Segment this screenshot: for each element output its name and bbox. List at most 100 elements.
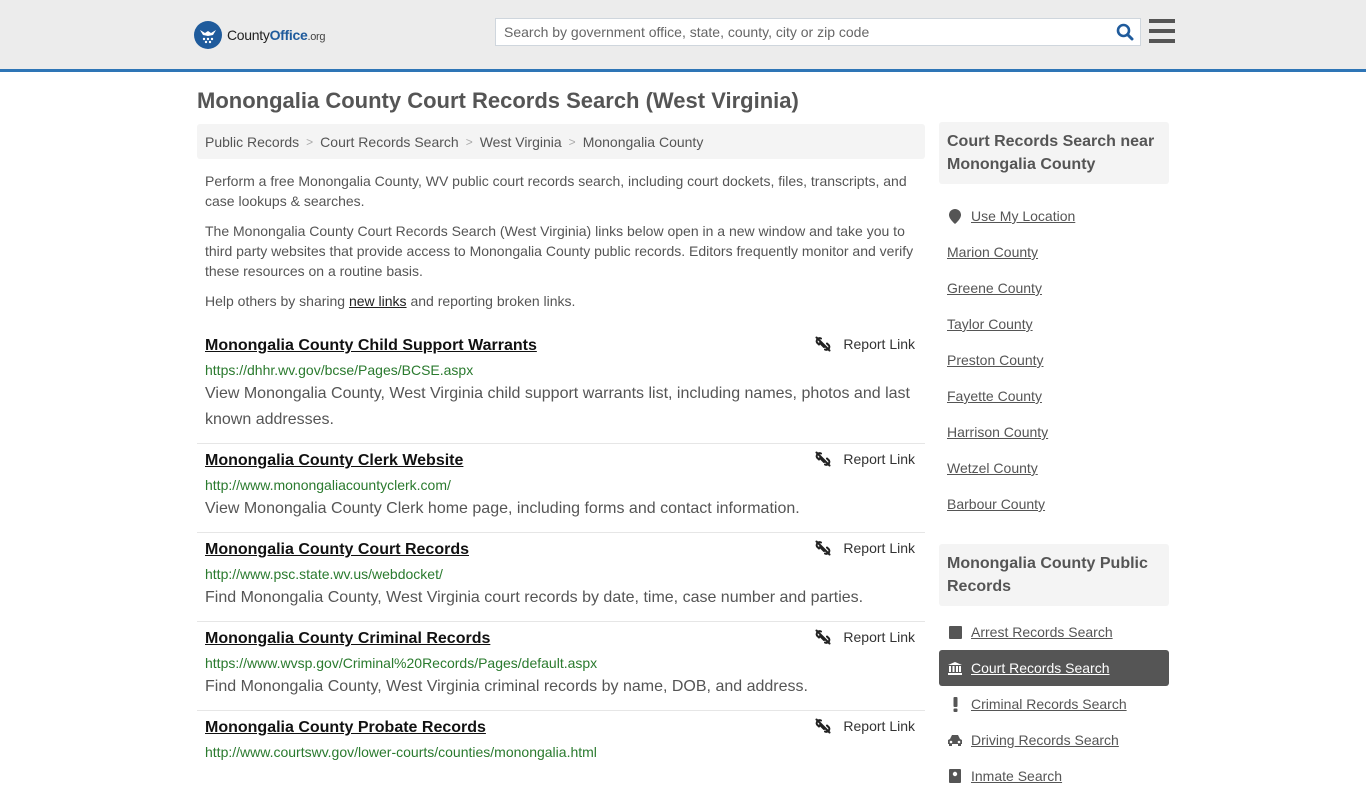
results-list: Monongalia County Child Support Warrants… (197, 329, 925, 772)
report-link-button[interactable]: Report Link (815, 451, 915, 467)
nearby-county-item[interactable]: Preston County (939, 342, 1169, 378)
search-button[interactable] (1110, 19, 1140, 45)
breadcrumb-separator: > (465, 134, 473, 149)
result-description: View Monongalia County, West Virginia ch… (205, 385, 910, 428)
breadcrumb-public-records[interactable]: Public Records (205, 134, 299, 150)
intro-paragraph-1: Perform a free Monongalia County, WV pub… (205, 173, 907, 209)
sidebar-item-inmate-search[interactable]: Inmate Search (939, 758, 1169, 794)
menu-bar (1149, 29, 1175, 33)
result-url: http://www.psc.state.wv.us/webdocket/ (205, 566, 443, 582)
result-item: Monongalia County Clerk Website Report L… (197, 444, 925, 533)
sidebar-link[interactable]: Arrest Records Search (971, 624, 1113, 640)
nearby-county-link[interactable]: Wetzel County (947, 460, 1038, 476)
report-link-label: Report Link (843, 718, 915, 734)
report-link-button[interactable]: Report Link (815, 336, 915, 352)
logo-main: County (227, 27, 270, 43)
logo-tld: .org (307, 31, 326, 43)
broken-link-icon (815, 718, 831, 734)
result-url: http://www.courtswv.gov/lower-courts/cou… (205, 744, 597, 760)
broken-link-icon (815, 540, 831, 556)
intro-text: Perform a free Monongalia County, WV pub… (197, 171, 925, 311)
page-title: Monongalia County Court Records Search (… (197, 88, 799, 113)
breadcrumb-separator: > (306, 134, 314, 149)
breadcrumb-court-records-search[interactable]: Court Records Search (320, 134, 459, 150)
sidebar-link[interactable]: Criminal Records Search (971, 696, 1127, 712)
breadcrumb-current: Monongalia County (582, 133, 704, 150)
hamburger-menu-icon[interactable] (1149, 19, 1175, 43)
nearby-county-link[interactable]: Harrison County (947, 424, 1048, 440)
report-link-button[interactable]: Report Link (815, 718, 915, 734)
sidebar-item-arrest-records[interactable]: Arrest Records Search (939, 614, 1169, 650)
report-link-button[interactable]: Report Link (815, 540, 915, 556)
result-title-link[interactable]: Monongalia County Child Support Warrants (205, 335, 537, 357)
nearby-county-item[interactable]: Taylor County (939, 306, 1169, 342)
nearby-county-item[interactable]: Fayette County (939, 378, 1169, 414)
logo-text: CountyOffice.org (227, 27, 326, 43)
breadcrumb-separator: > (568, 134, 576, 149)
nearby-county-link[interactable]: Preston County (947, 352, 1044, 368)
intro-paragraph-3: Help others by sharing new links and rep… (205, 291, 917, 311)
sidebar-item-court-records[interactable]: Court Records Search (939, 650, 1169, 686)
breadcrumb-west-virginia[interactable]: West Virginia (480, 134, 562, 150)
site-header: CountyOffice.org (0, 0, 1366, 72)
nearby-county-link[interactable]: Barbour County (947, 496, 1045, 512)
nearby-county-item[interactable]: Wetzel County (939, 450, 1169, 486)
map-marker-icon (947, 208, 963, 224)
menu-bar (1149, 39, 1175, 43)
nearby-county-item[interactable]: Greene County (939, 270, 1169, 306)
breadcrumb: Public Records > Court Records Search > … (197, 124, 925, 159)
square-icon (947, 625, 963, 639)
sidebar-link[interactable]: Driving Records Search (971, 732, 1119, 748)
nearby-county-item[interactable]: Harrison County (939, 414, 1169, 450)
broken-link-icon (815, 336, 831, 352)
search-icon (1116, 23, 1134, 41)
result-item: Monongalia County Court Records Report L… (197, 533, 925, 622)
result-url: http://www.monongaliacountyclerk.com/ (205, 477, 451, 493)
result-title-link[interactable]: Monongalia County Probate Records (205, 717, 486, 739)
sidebar-item-driving-records[interactable]: Driving Records Search (939, 722, 1169, 758)
exclamation-icon (947, 696, 963, 712)
search-bar (495, 18, 1141, 46)
report-link-button[interactable]: Report Link (815, 629, 915, 645)
use-my-location-item[interactable]: Use My Location (939, 198, 1169, 234)
sidebar-item-criminal-records[interactable]: Criminal Records Search (939, 686, 1169, 722)
result-title-link[interactable]: Monongalia County Clerk Website (205, 450, 463, 472)
site-logo[interactable]: CountyOffice.org (194, 21, 326, 49)
result-description: View Monongalia County Clerk home page, … (205, 500, 800, 517)
new-links-link[interactable]: new links (349, 293, 407, 309)
sidebar-link[interactable]: Inmate Search (971, 768, 1062, 784)
sidebar: Court Records Search near Monongalia Cou… (939, 122, 1169, 794)
search-input[interactable] (496, 19, 1110, 45)
result-url: https://dhhr.wv.gov/bcse/Pages/BCSE.aspx (205, 362, 474, 378)
nearby-county-item[interactable]: Barbour County (939, 486, 1169, 522)
nearby-county-link[interactable]: Greene County (947, 280, 1042, 296)
result-description: Find Monongalia County, West Virginia cr… (205, 678, 808, 695)
nearby-county-item[interactable]: Marion County (939, 234, 1169, 270)
courthouse-icon (947, 661, 963, 675)
result-title-link[interactable]: Monongalia County Criminal Records (205, 628, 490, 650)
report-link-label: Report Link (843, 540, 915, 556)
broken-link-icon (815, 451, 831, 467)
inmate-icon (947, 769, 963, 783)
nearby-county-link[interactable]: Taylor County (947, 316, 1033, 332)
result-title-link[interactable]: Monongalia County Court Records (205, 539, 469, 561)
broken-link-icon (815, 629, 831, 645)
public-records-heading: Monongalia County Public Records (939, 544, 1169, 606)
main-content: Public Records > Court Records Search > … (197, 124, 925, 772)
result-item: Monongalia County Criminal Records Repor… (197, 622, 925, 711)
intro-p3-before: Help others by sharing (205, 293, 349, 309)
car-icon (947, 734, 963, 746)
nearby-county-link[interactable]: Fayette County (947, 388, 1042, 404)
public-records-list: Arrest Records Search Court Records Sear… (939, 614, 1169, 794)
nearby-county-link[interactable]: Marion County (947, 244, 1038, 260)
logo-eagle-icon (194, 21, 222, 49)
nearby-list: Use My Location Marion County Greene Cou… (939, 198, 1169, 522)
intro-p3-after: and reporting broken links. (406, 293, 576, 309)
report-link-label: Report Link (843, 629, 915, 645)
result-item: Monongalia County Child Support Warrants… (197, 329, 925, 444)
intro-paragraph-2: The Monongalia County Court Records Sear… (205, 223, 914, 279)
use-my-location-link[interactable]: Use My Location (971, 208, 1075, 224)
logo-accent: Office (269, 27, 308, 43)
menu-bar (1149, 19, 1175, 23)
sidebar-link[interactable]: Court Records Search (971, 660, 1110, 676)
